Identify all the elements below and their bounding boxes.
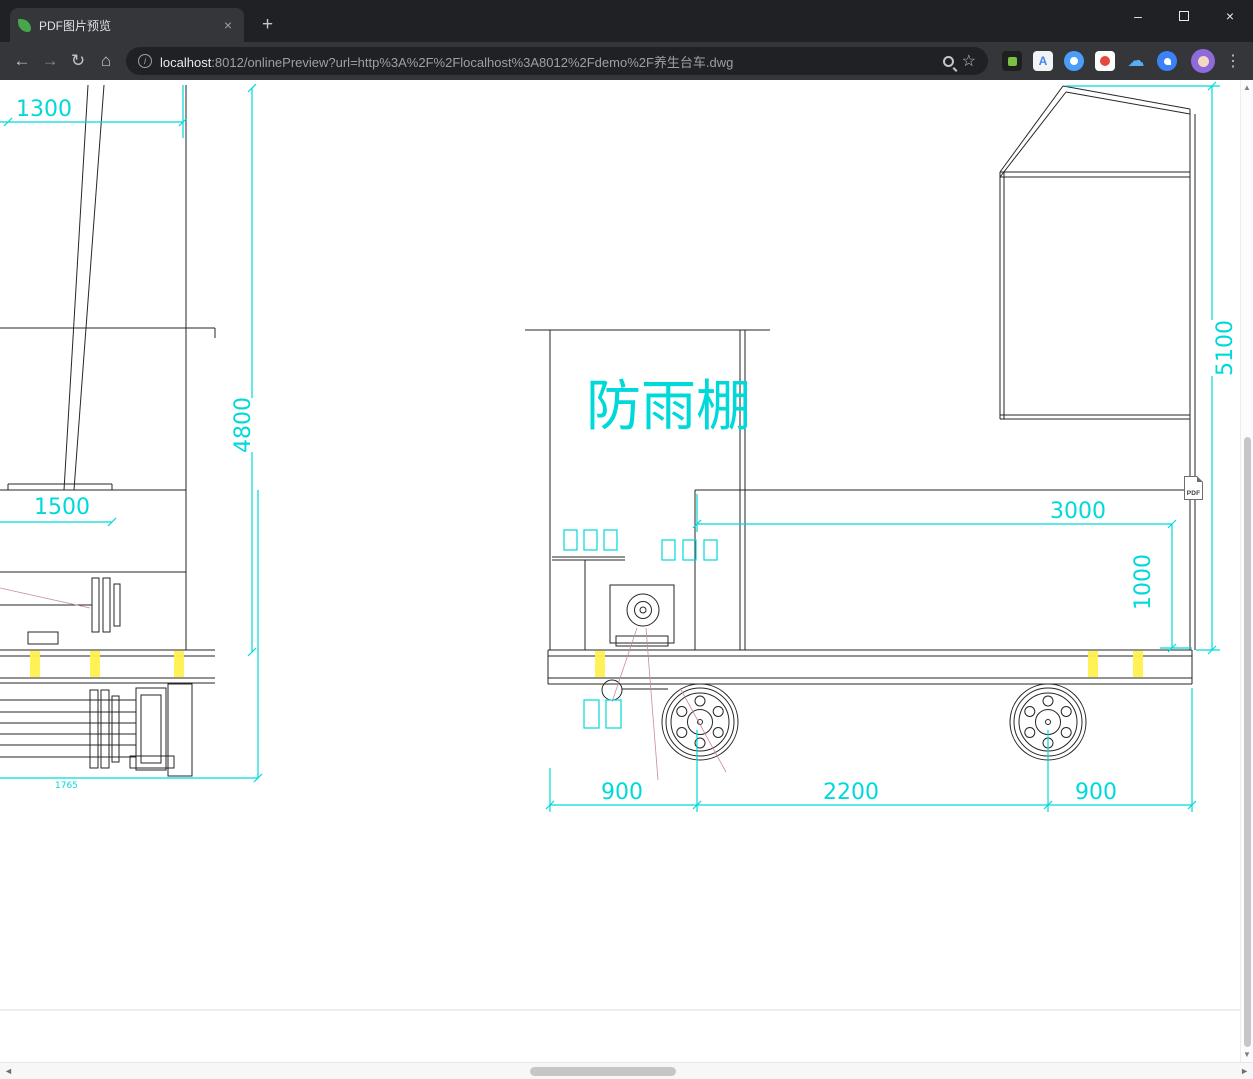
extension-icon-4[interactable] bbox=[1095, 51, 1115, 71]
dim-900-left: 900 bbox=[601, 780, 643, 805]
tab-title: PDF图片预览 bbox=[39, 18, 112, 33]
extension-icon-6-glyph bbox=[1163, 57, 1171, 65]
new-tab-button[interactable]: + bbox=[262, 15, 273, 34]
page-info-icon[interactable]: i bbox=[138, 54, 152, 68]
dim-1000: 1000 bbox=[1131, 554, 1156, 610]
extensions-row: A ☁ bbox=[1002, 51, 1177, 71]
home-icon[interactable]: ⌂ bbox=[92, 47, 120, 75]
extension-icon-1-glyph bbox=[1007, 56, 1017, 66]
reload-icon[interactable]: ↻ bbox=[64, 47, 92, 75]
browser-tab[interactable]: PDF图片预览 × bbox=[10, 8, 244, 42]
shelter-label: 防雨棚 bbox=[586, 374, 751, 438]
dim-5100: 5100 bbox=[1213, 320, 1238, 376]
extension-icon-4-glyph bbox=[1100, 56, 1110, 66]
scroll-down-icon[interactable]: ▼ bbox=[1241, 1050, 1253, 1059]
cloud-extension-icon[interactable]: ☁ bbox=[1126, 51, 1146, 71]
left-wheel bbox=[661, 683, 739, 761]
dim-1765: 1765 bbox=[55, 781, 78, 791]
back-icon[interactable]: ← bbox=[8, 47, 36, 75]
extension-icon-6[interactable] bbox=[1157, 51, 1177, 71]
dim-2200: 2200 bbox=[823, 780, 879, 805]
profile-avatar[interactable] bbox=[1191, 49, 1215, 73]
translate-extension-icon[interactable]: A bbox=[1033, 51, 1053, 71]
url-text: localhost:8012/onlinePreview?url=http%3A… bbox=[160, 52, 935, 71]
window-controls: – × bbox=[1115, 0, 1253, 32]
extension-icon-1[interactable] bbox=[1002, 51, 1022, 71]
address-bar[interactable]: i localhost:8012/onlinePreview?url=http%… bbox=[126, 47, 988, 75]
vertical-scrollbar-thumb[interactable] bbox=[1244, 437, 1251, 1047]
browser-window: PDF图片预览 × + – × ← → ↻ ⌂ i localhost:8012… bbox=[0, 0, 1253, 1079]
scroll-up-icon[interactable]: ▲ bbox=[1241, 83, 1253, 92]
pdf-file-icon: PDF bbox=[1184, 476, 1203, 500]
tab-favicon-leaf-icon bbox=[18, 18, 31, 32]
extension-icon-3-glyph bbox=[1070, 57, 1078, 65]
scroll-left-icon[interactable]: ◄ bbox=[4, 1066, 13, 1076]
title-bar: PDF图片预览 × + – × bbox=[0, 0, 1253, 42]
extension-icon-3[interactable] bbox=[1064, 51, 1084, 71]
minimize-button[interactable]: – bbox=[1115, 0, 1161, 32]
url-host: localhost bbox=[160, 54, 212, 70]
horizontal-scrollbar[interactable]: ◄ ► bbox=[0, 1062, 1253, 1079]
pdf-download-button[interactable]: PDF bbox=[1184, 476, 1208, 503]
avatar-face bbox=[1197, 55, 1209, 67]
browser-menu-icon[interactable]: ⋮ bbox=[1221, 51, 1245, 71]
tab-close-icon[interactable]: × bbox=[220, 17, 236, 33]
url-path: :8012/onlinePreview?url=http%3A%2F%2Floc… bbox=[211, 54, 734, 70]
dim-1300: 1300 bbox=[16, 97, 72, 122]
cad-drawing: 1300 4800 1500 1765 防雨棚 5100 3000 1000 9… bbox=[0, 81, 1240, 1011]
dim-1500: 1500 bbox=[34, 495, 90, 520]
dim-3000: 3000 bbox=[1050, 499, 1106, 524]
forward-icon[interactable]: → bbox=[36, 47, 64, 75]
highlight-marks bbox=[30, 651, 1143, 677]
vertical-scrollbar[interactable]: ▲ ▼ bbox=[1240, 80, 1253, 1062]
horizontal-scrollbar-thumb[interactable] bbox=[530, 1067, 676, 1076]
browser-toolbar: ← → ↻ ⌂ i localhost:8012/onlinePreview?u… bbox=[0, 42, 1253, 80]
left-view-dimensions: 1300 4800 1500 1765 bbox=[0, 83, 263, 791]
zoom-indicator-icon[interactable] bbox=[942, 55, 954, 67]
maximize-button[interactable] bbox=[1161, 0, 1207, 32]
maximize-icon bbox=[1179, 11, 1189, 21]
dim-900-right: 900 bbox=[1075, 780, 1117, 805]
dim-4800: 4800 bbox=[231, 397, 256, 453]
side-view-dimensions: 防雨棚 5100 3000 1000 900 2200 900 bbox=[545, 81, 1238, 812]
scroll-right-icon[interactable]: ► bbox=[1240, 1066, 1249, 1076]
preview-content: 1300 4800 1500 1765 防雨棚 5100 3000 1000 9… bbox=[0, 80, 1240, 1062]
pdf-label: PDF bbox=[1186, 490, 1201, 497]
close-button[interactable]: × bbox=[1207, 0, 1253, 32]
bookmark-star-icon[interactable]: ☆ bbox=[962, 51, 976, 71]
